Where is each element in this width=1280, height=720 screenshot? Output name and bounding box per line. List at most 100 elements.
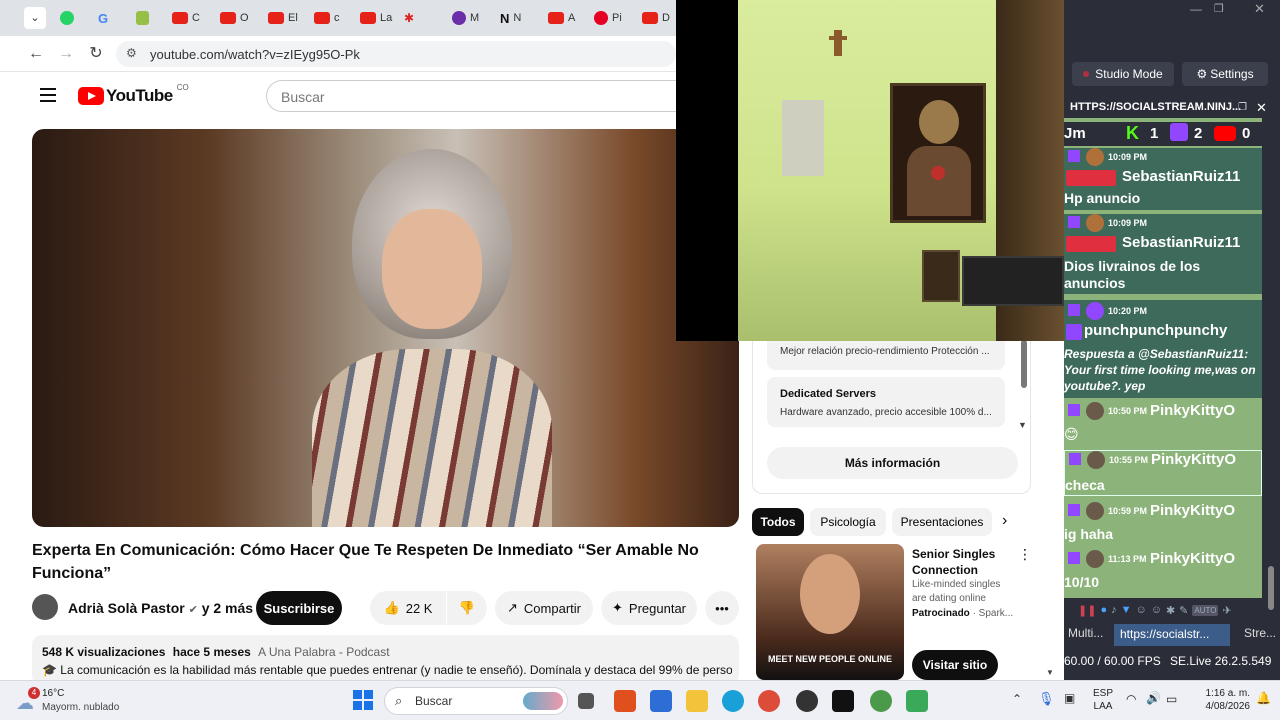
- forward-button[interactable]: →: [56, 44, 76, 64]
- more-info-button[interactable]: Más información: [767, 447, 1018, 479]
- notification-bell-icon[interactable]: 🔔: [1256, 691, 1271, 705]
- sponsor-thumbnail[interactable]: MEET NEW PEOPLE ONLINE: [756, 544, 904, 680]
- settings-button[interactable]: ⚙ Settings: [1182, 62, 1268, 86]
- weather-widget[interactable]: ☁ 4 16°C Mayorm. nublado: [12, 685, 132, 717]
- more-actions-button[interactable]: •••: [705, 591, 739, 625]
- page-scroll-down-icon[interactable]: ▼: [1046, 668, 1054, 677]
- sponsor-menu-icon[interactable]: ⋮: [1018, 546, 1032, 563]
- close-dock-icon[interactable]: ✕: [1256, 100, 1267, 116]
- ad-item-2[interactable]: Dedicated Servers Hardware avanzado, pre…: [767, 377, 1005, 427]
- channel-tag-link[interactable]: A Una Palabra - Podcast: [258, 645, 389, 659]
- webcam-overlay: [676, 0, 1064, 341]
- badge-icons: [1066, 236, 1116, 252]
- emoji-icon[interactable]: ☺: [1135, 604, 1146, 616]
- visit-site-button[interactable]: Visitar sitio: [912, 650, 998, 680]
- minimize-icon[interactable]: —: [1190, 2, 1202, 16]
- studio-mode-button[interactable]: Studio Mode: [1072, 62, 1174, 86]
- green-app-icon[interactable]: [906, 690, 928, 712]
- channel-avatar[interactable]: [32, 594, 58, 620]
- chip-label: Todos: [760, 515, 796, 529]
- sponsored-label: Patrocinado: [912, 608, 970, 619]
- user-avatar: [1086, 402, 1104, 420]
- reload-button[interactable]: ↻: [86, 44, 106, 64]
- chat-text: checa: [1065, 477, 1105, 493]
- megaphone-icon[interactable]: ✎: [1179, 604, 1188, 617]
- like-button[interactable]: 👍 22 K: [370, 591, 446, 625]
- address-bar[interactable]: ⚙ youtube.com/watch?v=zIEyg95O-Pk: [116, 41, 676, 67]
- taskbar-search-input[interactable]: ⌕ Buscar: [384, 687, 568, 715]
- tab-google[interactable]: G: [98, 7, 108, 29]
- microphone-icon[interactable]: 🎙: [1038, 691, 1055, 707]
- chip-psicologia[interactable]: Psicología: [810, 508, 886, 536]
- maximize-icon[interactable]: ❐: [1214, 2, 1224, 15]
- tab-youtube-1[interactable]: C: [172, 7, 200, 29]
- tray-app-icon[interactable]: ▣: [1064, 691, 1075, 705]
- dock-tab-socialstream[interactable]: https://socialstr...: [1114, 624, 1230, 646]
- dislike-button[interactable]: 👎: [447, 591, 487, 625]
- filter-icon[interactable]: ▼: [1121, 604, 1132, 616]
- chat-bubble-icon[interactable]: ●: [1100, 604, 1107, 616]
- tab-notion[interactable]: NN: [500, 7, 521, 29]
- ad-scrollbar[interactable]: [1021, 340, 1027, 388]
- obs-icon[interactable]: [796, 690, 818, 712]
- scroll-down-icon[interactable]: ▼: [1018, 420, 1027, 430]
- chip-todos[interactable]: Todos: [752, 508, 804, 536]
- float-dock-icon[interactable]: ❐: [1238, 102, 1247, 113]
- description-box[interactable]: 548 K visualizaciones hace 5 meses A Una…: [32, 635, 739, 685]
- volume-icon[interactable]: 🔊: [1146, 691, 1161, 705]
- tab-youtube-2[interactable]: O: [220, 7, 249, 29]
- tab-youtube-7[interactable]: D: [642, 7, 670, 29]
- menu-icon[interactable]: [40, 88, 56, 102]
- youtube-logo[interactable]: YouTube CO: [78, 83, 189, 106]
- tab-youtube-3[interactable]: El: [268, 7, 298, 29]
- dock-tab-multi[interactable]: Multi...: [1068, 626, 1114, 644]
- tray-overflow-icon[interactable]: ⌃: [1012, 692, 1022, 706]
- channel-name[interactable]: Adrià Solà Pastor ✔ y 2 más: [68, 600, 253, 616]
- clock[interactable]: 1:16 a. m. 4/08/2026: [1190, 687, 1251, 713]
- brave-icon[interactable]: [614, 690, 636, 712]
- tab-pin[interactable]: ✱: [404, 7, 414, 29]
- verified-icon: ✔: [188, 604, 198, 616]
- tab-shopify[interactable]: [136, 7, 149, 29]
- dock-tab-stream[interactable]: Stre...: [1244, 626, 1278, 644]
- dock-tab-label: Stre...: [1244, 626, 1277, 640]
- wifi-icon[interactable]: ◠: [1126, 692, 1136, 706]
- tab-search-button[interactable]: ⌄: [24, 7, 46, 29]
- task-view-icon[interactable]: [578, 693, 594, 709]
- battery-icon[interactable]: ▭: [1166, 692, 1177, 706]
- bell-icon[interactable]: ♪: [1111, 604, 1117, 616]
- search-input[interactable]: Buscar: [266, 80, 676, 112]
- settings-small-icon[interactable]: ✱: [1166, 604, 1175, 617]
- tab-whatsapp[interactable]: [60, 7, 74, 29]
- tiktok-icon[interactable]: [832, 690, 854, 712]
- mute-icon[interactable]: ✈: [1222, 604, 1231, 617]
- chip-presentaciones[interactable]: Presentaciones: [892, 508, 992, 536]
- language-indicator[interactable]: ESP LAA: [1088, 687, 1118, 713]
- share-button[interactable]: ↗ Compartir: [495, 591, 593, 625]
- file-explorer-icon[interactable]: [686, 690, 708, 712]
- tab-youtube-5[interactable]: La: [360, 7, 392, 29]
- start-button[interactable]: [353, 690, 373, 710]
- store-icon[interactable]: [650, 690, 672, 712]
- tab-pinterest[interactable]: Pi: [594, 7, 622, 29]
- sponsor-title[interactable]: Senior Singles Connection: [912, 546, 1012, 578]
- tab-youtube-4[interactable]: c: [314, 7, 340, 29]
- video-player[interactable]: [32, 129, 739, 527]
- edge-icon[interactable]: [722, 690, 744, 712]
- tab-youtube-6[interactable]: A: [548, 7, 575, 29]
- pause-icon[interactable]: ❚❚: [1078, 604, 1096, 617]
- site-info-icon[interactable]: ⚙: [126, 46, 137, 60]
- emote-icon[interactable]: ☺: [1151, 604, 1162, 616]
- subscribe-button[interactable]: Suscribirse: [256, 591, 342, 625]
- back-button[interactable]: ←: [26, 44, 46, 64]
- tab-purple[interactable]: M: [452, 7, 479, 29]
- youtube-icon: [172, 12, 188, 24]
- chrome-icon[interactable]: [758, 690, 780, 712]
- dock-scrollbar[interactable]: [1268, 566, 1274, 610]
- chrome-profile-icon[interactable]: [870, 690, 892, 712]
- auto-icon[interactable]: AUTO: [1192, 604, 1219, 616]
- pin-icon: ✱: [404, 11, 415, 25]
- ask-button[interactable]: ✦ Preguntar: [601, 591, 697, 625]
- close-window-icon[interactable]: ✕: [1254, 1, 1265, 17]
- chips-next-icon[interactable]: ›: [1002, 512, 1007, 530]
